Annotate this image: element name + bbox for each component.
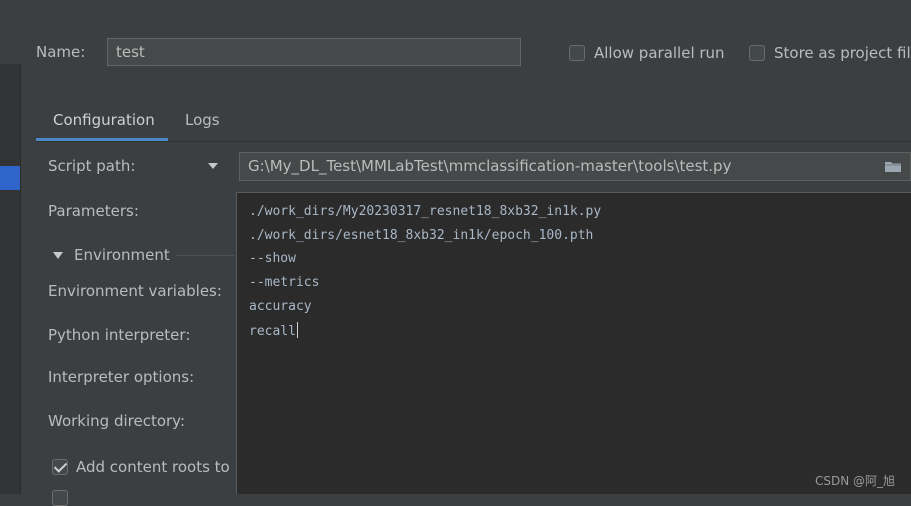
script-path-value: G:\My_DL_Test\MMLabTest\mmclassification… <box>248 157 732 175</box>
add-content-roots-checkbox[interactable] <box>52 459 68 475</box>
environment-section-title[interactable]: Environment <box>74 246 170 264</box>
param-line-last: recall <box>249 322 298 339</box>
tab-logs[interactable]: Logs <box>185 111 220 129</box>
tab-configuration[interactable]: Configuration <box>53 111 155 129</box>
env-vars-label: Environment variables: <box>48 282 222 300</box>
watermark: CSDN @阿_旭 <box>815 474 896 488</box>
parameters-editor[interactable]: ./work_dirs/My20230317_resnet18_8xb32_in… <box>236 192 911 494</box>
left-panel <box>0 64 21 494</box>
tabs-divider <box>36 141 911 142</box>
param-line: --show <box>249 251 296 266</box>
left-panel-selection <box>0 166 20 190</box>
folder-icon[interactable] <box>884 160 902 173</box>
param-line: recall <box>249 324 296 339</box>
allow-parallel-checkbox[interactable] <box>569 45 585 61</box>
name-label: Name: <box>36 43 86 61</box>
expand-triangle-icon[interactable] <box>53 252 63 259</box>
script-path-label: Script path: <box>48 157 136 175</box>
text-caret <box>296 322 298 338</box>
param-line: --metrics <box>249 275 320 290</box>
tab-selected-indicator <box>36 138 168 141</box>
python-interpreter-label: Python interpreter: <box>48 326 191 344</box>
add-content-roots-label[interactable]: Add content roots to <box>76 458 230 476</box>
script-path-input[interactable]: G:\My_DL_Test\MMLabTest\mmclassification… <box>239 152 911 181</box>
chevron-down-icon[interactable] <box>208 163 218 169</box>
interpreter-options-label: Interpreter options: <box>48 368 195 386</box>
store-project-checkbox[interactable] <box>749 45 765 61</box>
name-input[interactable]: test <box>107 38 521 66</box>
add-source-roots-checkbox[interactable] <box>52 490 68 506</box>
allow-parallel-label[interactable]: Allow parallel run <box>594 44 725 62</box>
param-line: ./work_dirs/esnet18_8xb32_in1k/epoch_100… <box>249 228 594 243</box>
section-divider <box>176 255 234 256</box>
param-line: ./work_dirs/My20230317_resnet18_8xb32_in… <box>249 204 602 219</box>
param-line: accuracy <box>249 299 312 314</box>
working-directory-label: Working directory: <box>48 412 186 430</box>
parameters-label: Parameters: <box>48 202 139 220</box>
store-project-label[interactable]: Store as project file <box>774 44 911 62</box>
divider <box>20 64 21 494</box>
